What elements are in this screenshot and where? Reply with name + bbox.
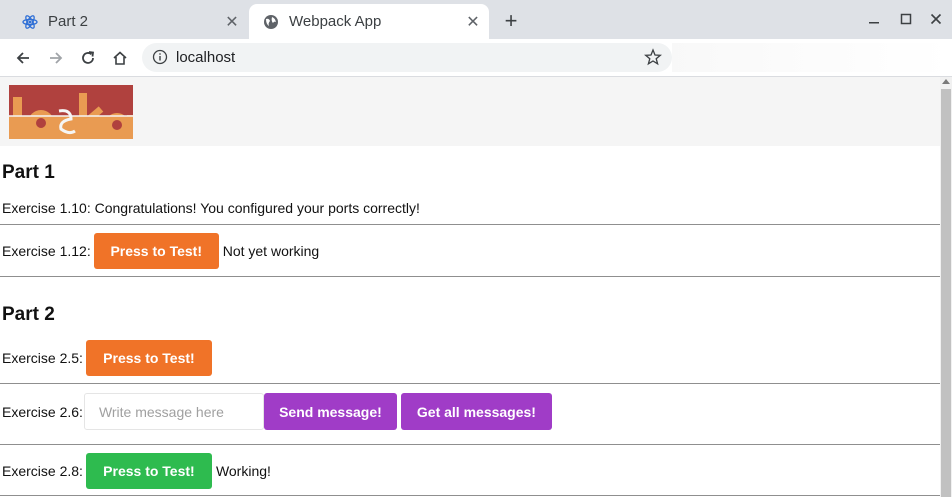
exercise-status: Working! xyxy=(215,463,271,479)
press-to-test-button[interactable]: Press to Test! xyxy=(85,453,212,489)
react-icon xyxy=(22,14,38,30)
send-message-button[interactable]: Send message! xyxy=(263,393,397,430)
forward-arrow-icon[interactable] xyxy=(43,45,69,71)
address-url: localhost xyxy=(176,49,236,66)
maximize-icon[interactable] xyxy=(894,8,918,30)
message-input[interactable] xyxy=(83,393,264,430)
part-2-heading: Part 2 xyxy=(2,304,55,325)
star-icon[interactable] xyxy=(644,48,662,66)
press-to-test-button[interactable]: Press to Test! xyxy=(93,233,219,269)
close-tab-icon[interactable]: ✕ xyxy=(463,12,483,32)
toolbar-blurred-area xyxy=(672,43,952,72)
exercise-1-12-row: Exercise 1.12: Press to Test! Not yet wo… xyxy=(2,233,319,269)
exercise-1-10-text: Exercise 1.10: Congratulations! You conf… xyxy=(2,200,420,216)
page-viewport: Part 1 Exercise 1.10: Congratulations! Y… xyxy=(0,77,940,497)
globe-icon xyxy=(263,14,279,30)
exercise-2-5-row: Exercise 2.5: Press to Test! xyxy=(2,340,212,376)
scrollbar-thumb[interactable] xyxy=(941,89,951,497)
page-header xyxy=(0,77,940,146)
address-bar[interactable]: localhost xyxy=(142,43,672,72)
exercise-2-8-row: Exercise 2.8: Press to Test! Working! xyxy=(2,453,271,489)
toska-logo xyxy=(9,85,133,140)
new-tab-button[interactable]: + xyxy=(498,8,524,34)
close-window-icon[interactable] xyxy=(924,8,948,30)
exercise-2-6-row: Exercise 2.6: Send message! Get all mess… xyxy=(2,393,552,430)
scroll-up-arrow-icon[interactable] xyxy=(942,79,950,84)
divider xyxy=(0,383,940,384)
exercise-label: Exercise 1.12: xyxy=(2,243,91,259)
close-tab-icon[interactable]: ✕ xyxy=(222,12,242,32)
divider xyxy=(0,276,940,277)
exercise-status: Not yet working xyxy=(222,243,320,259)
page-scrollbar[interactable] xyxy=(940,77,952,497)
reload-icon[interactable] xyxy=(75,45,101,71)
get-all-messages-button[interactable]: Get all messages! xyxy=(400,393,552,430)
minimize-icon[interactable] xyxy=(862,8,886,30)
divider xyxy=(0,444,940,445)
tab-strip: Part 2 ✕ Webpack App ✕ + xyxy=(0,0,952,39)
part-1-heading: Part 1 xyxy=(2,162,55,183)
back-arrow-icon[interactable] xyxy=(10,45,36,71)
tab-webpack-app[interactable]: Webpack App ✕ xyxy=(249,4,489,39)
press-to-test-button[interactable]: Press to Test! xyxy=(85,340,212,376)
tab-title: Webpack App xyxy=(289,13,382,30)
exercise-label: Exercise 2.5: xyxy=(2,350,83,366)
home-icon[interactable] xyxy=(107,45,133,71)
tab-part-2[interactable]: Part 2 ✕ xyxy=(8,4,248,39)
browser-toolbar: localhost xyxy=(0,39,952,77)
exercise-label: Exercise 2.6: xyxy=(2,403,83,420)
tab-title: Part 2 xyxy=(48,13,89,30)
divider xyxy=(0,224,940,225)
info-icon[interactable] xyxy=(152,49,168,65)
exercise-label: Exercise 2.8: xyxy=(2,463,83,479)
divider xyxy=(0,495,940,496)
